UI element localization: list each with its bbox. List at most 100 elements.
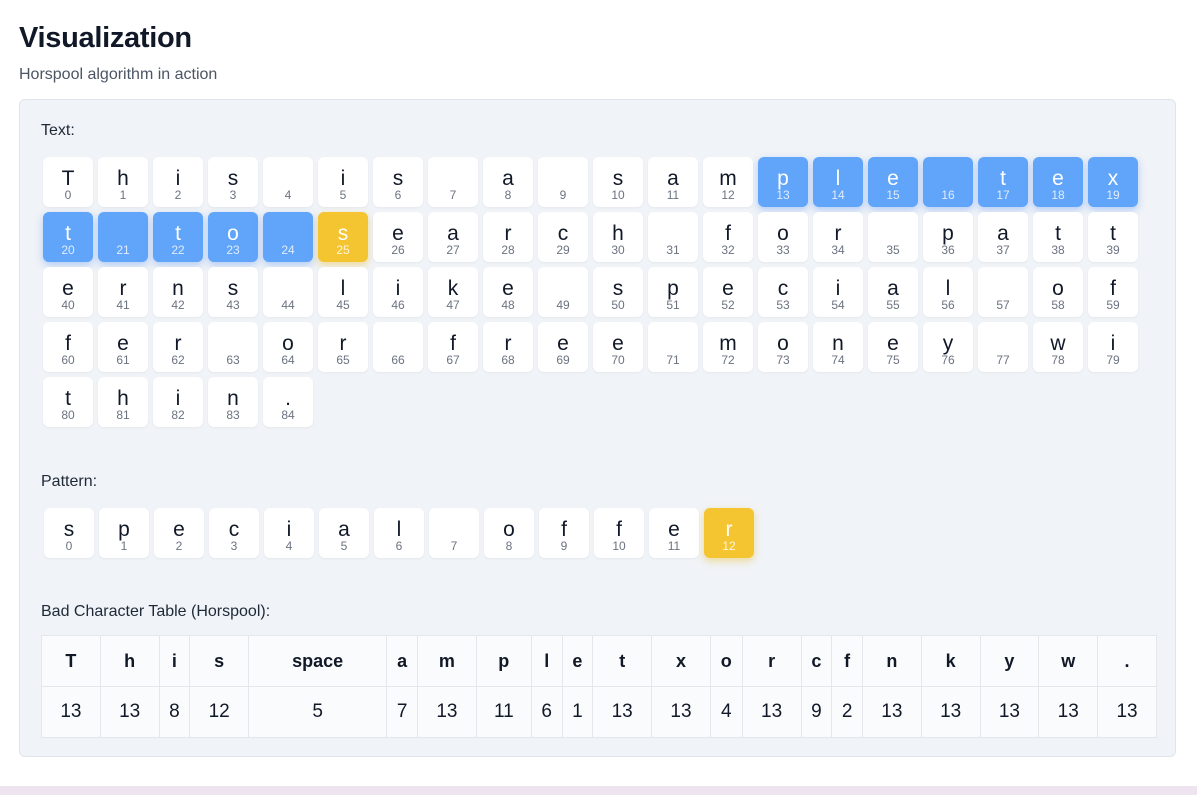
text-cell-index: 29 [556,243,570,257]
text-cell-index: 38 [1051,243,1065,257]
page-title: Visualization [19,22,192,54]
text-cell: o 58 [1033,267,1083,317]
text-cell: o 64 [263,322,313,372]
text-cell-index: 30 [611,243,625,257]
text-cell-index: 35 [886,243,900,257]
text-cell: 21 [98,212,148,262]
text-cell: t 38 [1033,212,1083,262]
text-cell-index: 22 [171,243,185,257]
text-cell: a 27 [428,212,478,262]
text-cell-index: 34 [831,243,845,257]
bad-char-table: Th i s space a m p l e t x o r c f n k y w. 13 13 8 12 5 7 13 11 6… [41,635,1157,738]
text-cell: s6 [373,157,423,207]
visualization-panel: Text: T 0 h 1 i 2 s 3 4 i 5 s 6 7 a 8 9 s 10 a 11 m 12 p 13 l 14 e 1… [19,99,1176,757]
text-cell: i 79 [1088,322,1138,372]
text-cell-index: 84 [281,408,295,422]
text-cell: e 69 [538,322,588,372]
bad-char-table-header-row: Th i s space a m p l e t x o r c f n k y w. [41,635,1157,687]
bad-char-value-cell: 11 [475,686,532,738]
pattern-cell-index: 3 [230,539,238,553]
text-cell-index: 2 [174,188,182,202]
bad-char-header-cell: T [41,635,101,687]
text-cell: p 13 [758,157,808,207]
pattern-cell-index: 8 [505,539,513,553]
text-cell-index: 41 [116,298,130,312]
bad-char-header-cell: x [651,635,711,687]
bad-char-value-cell: 12 [189,686,250,738]
bad-char-value-cell: 2 [831,686,863,738]
text-cell: 66 [373,322,423,372]
text-cell: l 56 [923,267,973,317]
text-cell: r 65 [318,322,368,372]
text-cell: i 46 [373,267,423,317]
text-cell-index: 7 [449,188,457,202]
bad-char-value-cell: 13 [1097,686,1157,738]
bad-char-header-cell: e [561,635,594,687]
text-cell-index: 68 [501,353,515,367]
text-cell: e 48 [483,267,533,317]
pattern-cell: f9 [539,508,589,558]
text-cell: r 41 [98,267,148,317]
bad-char-header-cell: y [979,635,1040,687]
pattern-cell-index: 10 [612,539,626,553]
pattern-cell-index: 2 [175,539,183,553]
text-cell: 77 [978,322,1028,372]
text-cell-index: 64 [281,353,295,367]
text-cell: e 70 [593,322,643,372]
pattern-cell: s0 [44,508,94,558]
text-cell: r 34 [813,212,863,262]
pattern-cell: r 12 [704,508,754,558]
text-cell: h 81 [98,377,148,427]
text-cell-index: 12 [721,188,735,202]
bad-char-value-cell: 13 [651,686,711,738]
text-cell-index: 27 [446,243,460,257]
text-cell: o 73 [758,322,808,372]
text-cell-index: 31 [666,243,680,257]
text-cell-index: 74 [831,353,845,367]
pattern-cell: c3 [209,508,259,558]
bad-char-header-cell: . [1097,635,1157,687]
text-cell: f 32 [703,212,753,262]
bad-char-value-cell: 8 [158,686,191,738]
bad-char-header-cell: r [741,635,802,687]
text-cell: k 47 [428,267,478,317]
pattern-cell: i4 [264,508,314,558]
text-cell-index: 80 [61,408,75,422]
text-cell: 49 [538,267,588,317]
text-cell-index: 44 [281,298,295,312]
text-cell: i2 [153,157,203,207]
pattern-cell-index: 0 [65,539,73,553]
bad-char-header-cell: m [417,635,477,687]
text-cell-index: 28 [501,243,515,257]
text-cell: i5 [318,157,368,207]
bad-char-value-cell: 13 [920,686,981,738]
text-cell-index: 33 [776,243,790,257]
text-cell: i 54 [813,267,863,317]
text-cell-index: 82 [171,408,185,422]
text-cell-index: 77 [996,353,1010,367]
text-cell-index: 5 [339,188,347,202]
text-cell-index: 11 [666,188,680,202]
text-cell-index: 60 [61,353,75,367]
text-cell-index: 57 [996,298,1010,312]
text-cell: 63 [208,322,258,372]
text-cell-index: 14 [831,188,845,202]
text-cell: t 22 [153,212,203,262]
text-cell-index: 83 [226,408,240,422]
text-cell: s 43 [208,267,258,317]
text-cell: h 30 [593,212,643,262]
text-cell-index: 4 [284,188,292,202]
text-cell-index: 16 [941,188,955,202]
bad-char-value-cell: 7 [386,686,418,738]
text-cell: l 14 [813,157,863,207]
text-cell-index: 65 [336,353,350,367]
text-cell-index: 70 [611,353,625,367]
text-cell-index: 18 [1051,188,1065,202]
pattern-cell-index: 4 [285,539,293,553]
bad-char-header-cell: a [386,635,418,687]
text-cell-index: 25 [336,243,350,257]
pattern-cell: 7 [429,508,479,558]
text-cell: y 76 [923,322,973,372]
text-cell: m 12 [703,157,753,207]
text-cell-index: 37 [996,243,1010,257]
